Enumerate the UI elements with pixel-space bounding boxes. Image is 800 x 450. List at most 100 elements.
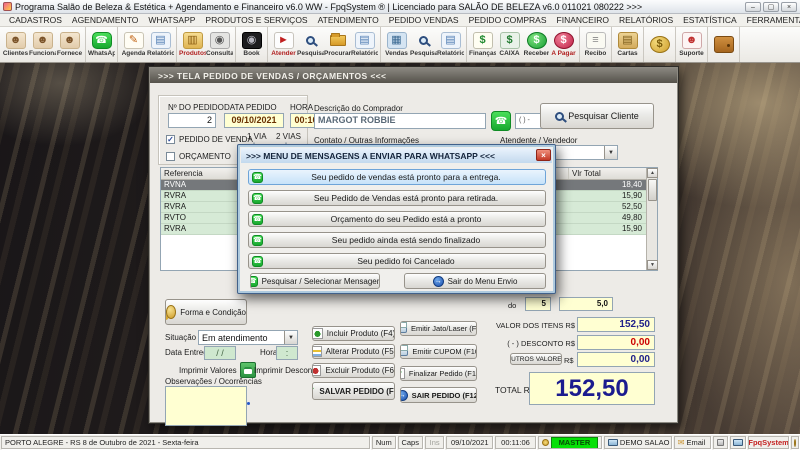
pesquisar-mensagem-button[interactable]: ☎ Pesquisar / Selecionar Mensagem [250,273,380,289]
menu-atendimento[interactable]: ATENDIMENTO [313,15,384,25]
message-button-finalizando[interactable]: ☎ Seu pedido ainda está sendo finalizado [248,232,546,248]
toolbar-button-funcionarios[interactable]: ☻ Funciona [29,28,56,61]
message-button-cancelado[interactable]: ☎ Seu pedido foi Cancelado [248,253,546,269]
message-button-entrega[interactable]: ☎ Seu pedido de vendas está pronto para … [248,169,546,185]
chevron-down-icon[interactable]: ▼ [284,331,297,344]
scroll-up-icon[interactable]: ▲ [647,168,658,178]
toolbar-button-whatsapp[interactable]: ☎ WhatsApp [88,28,115,61]
toolbar-button-fornecedores[interactable]: ☻ Fornece [56,28,83,61]
toolbar-button-book[interactable]: ◉ Book [238,28,265,61]
orcamento-checkbox-row[interactable]: ORÇAMENTO [166,152,231,161]
report-icon: ▤ [150,32,171,49]
forma-condicao-button[interactable]: Forma e Condição [165,299,247,325]
toolbar-button-procurar[interactable]: Procurar [324,28,351,61]
toolbar-button-clientes[interactable]: ☻ Clientes [2,28,29,61]
alterar-produto-button[interactable]: Alterar Produto (F5) [312,344,395,359]
incluir-produto-button[interactable]: Incluir Produto (F4) [312,326,395,341]
outros-valores-button[interactable]: OUTROS VALORES [510,353,562,365]
toolbar-button-recibo[interactable]: ≡ Recibo [582,28,609,61]
menu-pedido-compras[interactable]: PEDIDO COMPRAS [464,15,552,25]
menu-produtos-servicos[interactable]: PRODUTOS E SERVIÇOS [200,15,312,25]
receipt-icon: ≡ [585,32,606,49]
status-printer[interactable] [712,436,729,449]
menu-ferramentas[interactable]: FERRAMENTAS [742,15,800,25]
scrollbar-thumb[interactable] [648,179,657,201]
master-badge: MASTER [550,437,598,448]
hora-entrega-field[interactable]: : [276,346,298,360]
menu-estatistica[interactable]: ESTATÍSTICA [678,15,742,25]
pedido-venda-checkbox-row[interactable]: ✓ PEDIDO DE VENDA [166,135,253,144]
comprador-field[interactable]: MARGOT ROBBIE [314,113,486,129]
toolbar-button-suporte[interactable]: ☻ Suporte [678,28,705,61]
qty2-field[interactable]: 5,0 [559,297,613,311]
toolbar-label: Pesquisa [297,50,324,57]
toolbar-button-vendas[interactable]: ▦ Vendas [383,28,410,61]
col-vlr-total[interactable]: Vlr Total [568,168,646,179]
menu-relatorios[interactable]: RELATÓRIOS [614,15,678,25]
message-label: Seu pedido foi Cancelado [357,256,455,266]
menu-cadastros[interactable]: CADASTROS [4,15,67,25]
pedido-venda-checkbox[interactable]: ✓ [166,135,175,144]
status-email[interactable]: ✉ Email [673,436,711,449]
toolbar-button-cartas[interactable]: ▤ Cartas [614,28,641,61]
pedido-venda-label: PEDIDO DE VENDA [179,135,253,144]
excluir-produto-button[interactable]: Excluir Produto (F6) [312,363,395,378]
numero-pedido-field[interactable]: 2 [168,113,216,128]
computer-icon [607,439,618,446]
sair-menu-envio-button[interactable]: → Sair do Menu Envio [404,273,546,289]
observacoes-label: Observações / Ocorrências [165,377,262,386]
toolbar-button-atender[interactable]: ► Atender [270,28,297,61]
toolbar-button-a-pagar[interactable]: $ A Pagar [550,28,577,61]
data-entrega-field[interactable]: / / [204,346,236,360]
chevron-down-icon[interactable]: ▼ [604,146,617,159]
receivable-icon: $ [526,32,547,49]
data-pedido-field[interactable]: 09/10/2021 [224,113,284,128]
observacoes-textarea[interactable] [165,386,247,426]
minimize-button[interactable]: – [745,1,761,12]
emitir-jato-laser-button[interactable]: Emitir Jato/Laser (F8) [400,321,477,336]
message-button-orcamento[interactable]: ☎ Orçamento do seu Pedido está a pronto [248,211,546,227]
toolbar-button-relatorio-vendas[interactable]: ▤ Relatório [437,28,464,61]
menu-financeiro[interactable]: FINANCEIRO [552,15,614,25]
toolbar-button-produtos[interactable]: ▥ Produtos [179,28,206,61]
pesquisar-cliente-button[interactable]: Pesquisar Cliente [540,103,654,129]
menu-whatsapp[interactable]: WHATSAPP [143,15,200,25]
add-product-icon [313,328,323,339]
whatsapp-send-button[interactable]: ☎ [491,111,511,131]
menu-agendamento[interactable]: AGENDAMENTO [67,15,143,25]
message-button-retirada[interactable]: ☎ Seu Pedido de Vendas está pronto para … [248,190,546,206]
close-button[interactable]: × [781,1,797,12]
toolbar-button-relatorio-atendimento[interactable]: ▤ Relatório [351,28,378,61]
toolbar-button-receber[interactable]: $ Receber [523,28,550,61]
table-scrollbar[interactable]: ▲ ▼ [646,168,658,270]
outros-valores-field[interactable]: 0,00 [577,352,655,367]
desconto-field[interactable]: 0,00 [577,335,655,350]
search-client-icon [555,111,565,121]
salvar-pedido-button[interactable]: ✓ SALVAR PEDIDO (F7) [312,382,395,400]
qty1-field[interactable]: 5 [525,297,551,311]
status-monitor[interactable] [730,436,747,449]
toolbar-button-agenda[interactable]: ✎ Agenda [120,28,147,61]
col-referencia[interactable]: Referencia [161,168,249,179]
emitir-cupom-button[interactable]: Emitir CUPOM (F10) [400,344,477,359]
toolbar-button-relatorio-agenda[interactable]: ▤ Relatório [147,28,174,61]
maximize-button[interactable]: ▢ [763,1,779,12]
toolbar-button-caixa[interactable]: $ CAIXA [496,28,523,61]
toolbar-button-sair[interactable] [710,28,737,61]
scroll-down-icon[interactable]: ▼ [647,260,658,270]
orcamento-checkbox[interactable] [166,152,175,161]
toolbar-button-consultar[interactable]: ◉ Consultar [206,28,233,61]
qty-label-fragment: do [508,301,517,310]
menu-pedido-vendas[interactable]: PEDIDO VENDAS [384,15,464,25]
status-user-level: MASTER [537,436,602,449]
situacao-combo[interactable]: Em atendimento ▼ [198,330,298,345]
toolbar-label: Finanças [469,50,496,57]
finalizar-pedido-button[interactable]: ✓ Finalizar Pedido (F11) [400,366,477,381]
sair-pedido-button[interactable]: → SAIR PEDIDO (F12) [400,387,477,403]
whatsapp-icon: ☎ [252,192,263,204]
toolbar-button-moeda[interactable]: $ [646,28,673,61]
toolbar-button-pesquisa-atendimento[interactable]: Pesquisa [297,28,324,61]
dialog-close-button[interactable]: × [536,149,551,161]
toolbar-button-financas[interactable]: $ Finanças [469,28,496,61]
toolbar-button-pesquisa-vendas[interactable]: Pesquisa [410,28,437,61]
